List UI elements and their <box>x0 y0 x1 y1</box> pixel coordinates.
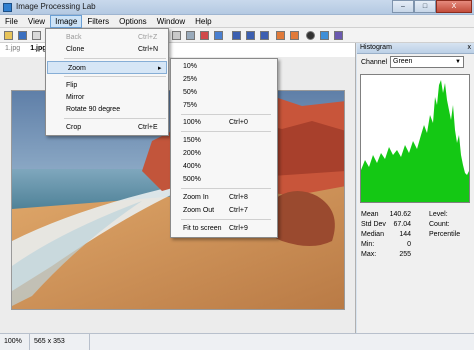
histogram-graph <box>360 74 470 203</box>
window-title: Image Processing Lab <box>16 2 96 11</box>
menu-view[interactable]: View <box>23 15 50 28</box>
zoom-150[interactable]: 150% <box>171 134 277 147</box>
submenu-arrow-icon: ▸ <box>158 65 162 72</box>
channel-blue-icon[interactable] <box>214 31 223 40</box>
menu-separator <box>64 58 166 59</box>
median-label: Median <box>361 231 384 238</box>
info-icon[interactable] <box>334 31 343 40</box>
crop-icon[interactable] <box>186 31 195 40</box>
stat-row-min: Min: 0 <box>361 240 471 250</box>
channel-value: Green <box>393 58 413 65</box>
minimize-button[interactable]: – <box>392 0 414 13</box>
zoom-10[interactable]: 10% <box>171 60 277 73</box>
adjust-icon[interactable] <box>290 31 299 40</box>
menu-separator <box>181 188 271 189</box>
stat-row-median: Median 144 Percentile <box>361 230 471 240</box>
filter-icon[interactable] <box>276 31 285 40</box>
zoom-fit-to-screen[interactable]: Fit to screen Ctrl+9 <box>171 222 277 235</box>
display-icon[interactable] <box>246 31 255 40</box>
mean-value: 140.62 <box>389 211 411 218</box>
stat-row-stddev: Std Dev 67.04 Count: <box>361 220 471 230</box>
maximize-button[interactable]: □ <box>414 0 436 13</box>
mean-label: Mean <box>361 211 379 218</box>
status-image-size: 565 x 353 <box>30 334 90 350</box>
max-value: 255 <box>399 251 411 258</box>
histogram-title: Histogram <box>360 44 392 51</box>
median-value: 144 <box>399 231 411 238</box>
chevron-down-icon[interactable]: ▼ <box>454 58 462 66</box>
zoom-50[interactable]: 50% <box>171 86 277 99</box>
title-bar: Image Processing Lab – □ X <box>0 0 474 15</box>
stat-row-max: Max: 255 <box>361 250 471 260</box>
menu-separator <box>64 118 166 119</box>
max-label: Max: <box>361 251 377 258</box>
min-label: Min: <box>361 241 375 248</box>
zoom-100[interactable]: 100% Ctrl+0 <box>171 116 277 129</box>
menu-item-zoom[interactable]: Zoom ▸ <box>47 61 167 74</box>
close-button[interactable]: X <box>436 0 472 13</box>
histogram-panel: Histogram x Channel Green ▼ Mean 140.62 … <box>357 43 474 333</box>
histogram-close-button[interactable]: x <box>468 44 472 51</box>
menu-item-rotate[interactable]: Rotate 90 degree <box>46 103 168 116</box>
open-icon[interactable] <box>4 31 13 40</box>
tool-icon[interactable] <box>172 31 181 40</box>
level-label: Level: <box>429 211 448 218</box>
zoom-submenu: 10% 25% 50% 75% 100% Ctrl+0 150% 200% 40… <box>170 58 278 238</box>
menu-options[interactable]: Options <box>114 15 152 28</box>
menu-item-crop[interactable]: Crop Ctrl+E <box>46 121 168 134</box>
menu-bar: File View Image Filters Options Window H… <box>0 15 474 28</box>
percentile-label: Percentile <box>429 231 461 238</box>
menu-filters[interactable]: Filters <box>82 15 114 28</box>
stddev-label: Std Dev <box>361 221 386 228</box>
tab-document-1[interactable]: 1.jpg <box>0 43 25 57</box>
histogram-header: Histogram x <box>357 43 474 54</box>
menu-file[interactable]: File <box>0 15 23 28</box>
menu-image[interactable]: Image <box>50 15 83 28</box>
histogram-area <box>361 80 469 202</box>
menu-help[interactable]: Help <box>190 15 216 28</box>
histogram-stats: Mean 140.62 Level: Std Dev 67.04 Count: … <box>361 210 471 260</box>
menu-separator <box>181 114 271 115</box>
channel-select[interactable]: Green ▼ <box>390 56 464 68</box>
stat-row-mean: Mean 140.62 Level: <box>361 210 471 220</box>
menu-separator <box>181 131 271 132</box>
app-icon <box>3 3 12 12</box>
menu-item-clone[interactable]: Clone Ctrl+N <box>46 43 168 56</box>
zoom-25[interactable]: 25% <box>171 73 277 86</box>
save-icon[interactable] <box>18 31 27 40</box>
histogram-icon[interactable] <box>320 31 329 40</box>
stddev-value: 67.04 <box>393 221 411 228</box>
status-zoom: 100% <box>0 334 30 350</box>
zoom-500[interactable]: 500% <box>171 173 277 186</box>
zoom-in[interactable]: Zoom In Ctrl+8 <box>171 191 277 204</box>
window-controls: – □ X <box>392 0 472 14</box>
monitor-icon[interactable] <box>232 31 241 40</box>
image-menu: Back Ctrl+Z Clone Ctrl+N Zoom ▸ Flip Mir… <box>45 28 169 136</box>
status-bar: 100% 565 x 353 <box>0 333 474 350</box>
screen-icon[interactable] <box>260 31 269 40</box>
copy-icon[interactable] <box>32 31 41 40</box>
zoom-out[interactable]: Zoom Out Ctrl+7 <box>171 204 277 217</box>
levels-icon[interactable] <box>306 31 315 40</box>
menu-separator <box>181 219 271 220</box>
channel-red-icon[interactable] <box>200 31 209 40</box>
zoom-75[interactable]: 75% <box>171 99 277 112</box>
min-value: 0 <box>407 241 411 248</box>
zoom-400[interactable]: 400% <box>171 160 277 173</box>
menu-window[interactable]: Window <box>152 15 190 28</box>
menu-separator <box>64 76 166 77</box>
zoom-200[interactable]: 200% <box>171 147 277 160</box>
channel-label: Channel <box>361 59 388 66</box>
count-label: Count: <box>429 221 450 228</box>
